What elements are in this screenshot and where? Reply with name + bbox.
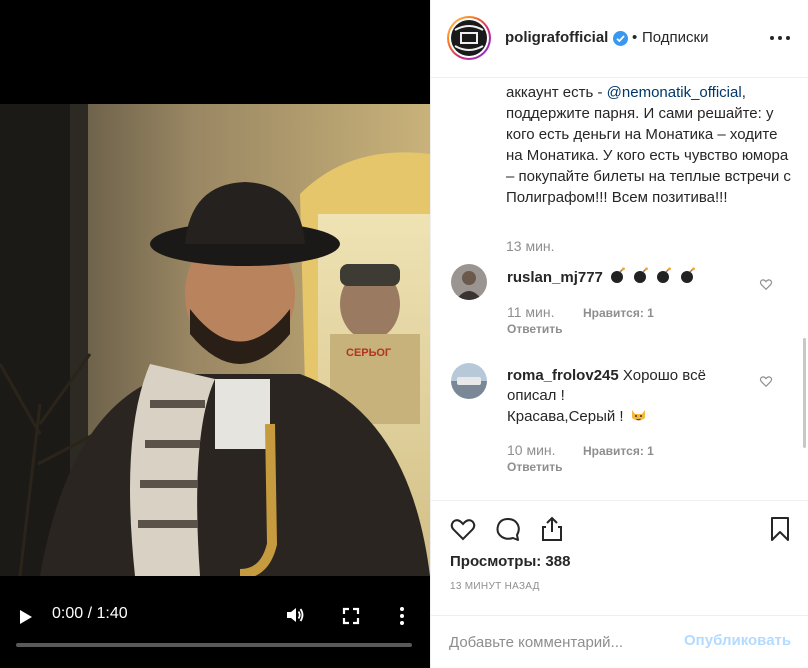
header-separator: •	[632, 29, 638, 46]
post-actions: Просмотры: 388 13 МИНУТ НАЗАД	[431, 500, 808, 615]
comment-username[interactable]: roma_frolov245	[507, 367, 619, 384]
fullscreen-icon[interactable]	[340, 605, 362, 627]
share-icon[interactable]	[538, 515, 566, 543]
bomb-icon	[611, 267, 625, 283]
verified-badge-icon	[613, 31, 628, 46]
post-caption: аккаунт есть - @nemonatik_official, подд…	[506, 82, 796, 208]
caption-text-start: аккаунт есть -	[506, 84, 607, 101]
comment-username[interactable]: ruslan_mj777	[507, 269, 603, 286]
comment-emoji-group	[607, 267, 696, 286]
comment-body: roma_frolov245 Хорошо всё описал ! Краса…	[507, 366, 757, 427]
following-button[interactable]: Подписки	[642, 29, 709, 46]
comment-body: ruslan_mj777	[507, 267, 757, 288]
volume-icon[interactable]	[284, 604, 306, 626]
comments-section[interactable]: аккаунт есть - @nemonatik_official, подд…	[431, 78, 808, 500]
comment-likes[interactable]: Нравится: 1	[583, 306, 654, 320]
like-comment-heart-icon[interactable]	[759, 277, 773, 291]
video-frame[interactable]: СЕРЬОГ	[0, 104, 430, 576]
user-avatar-image	[451, 264, 487, 300]
like-heart-icon[interactable]	[449, 515, 477, 543]
caption-time: 13 мин.	[506, 238, 555, 254]
video-still-image: СЕРЬОГ	[0, 104, 430, 576]
post-header: poligrafofficial • Подписки	[431, 0, 808, 78]
more-options-icon[interactable]	[769, 34, 791, 42]
comment-input[interactable]	[449, 628, 679, 656]
comment-likes[interactable]: Нравится: 1	[583, 444, 654, 458]
view-count[interactable]: Просмотры: 388	[450, 553, 570, 570]
reply-button[interactable]: Ответить	[507, 322, 562, 336]
comment-text-line2: Красава,Серый !	[507, 408, 624, 425]
bomb-icon	[680, 267, 695, 283]
comment-avatar[interactable]	[451, 363, 487, 399]
comment-avatar[interactable]	[451, 264, 487, 300]
comments-scrollbar[interactable]	[803, 338, 806, 448]
comment-time: 10 мин.	[507, 442, 556, 458]
post-timestamp: 13 МИНУТ НАЗАД	[450, 581, 540, 592]
bomb-icon	[634, 267, 649, 283]
add-comment-bar: Опубликовать	[431, 615, 808, 668]
poligraf-logo-icon	[452, 21, 486, 55]
post-panel: poligrafofficial • Подписки аккаунт есть…	[430, 0, 808, 668]
play-icon[interactable]	[14, 606, 36, 628]
publish-button[interactable]: Опубликовать	[684, 632, 791, 649]
video-progress-bar[interactable]	[16, 643, 412, 647]
bomb-icon	[657, 267, 672, 283]
caption-mention-link[interactable]: @nemonatik_official	[607, 84, 742, 101]
user-avatar-image	[451, 363, 487, 399]
comment-time: 11 мин.	[507, 304, 555, 320]
bookmark-icon[interactable]	[766, 515, 794, 543]
svg-text:СЕРЬОГ: СЕРЬОГ	[346, 347, 392, 359]
profile-avatar[interactable]	[447, 16, 491, 60]
like-comment-heart-icon[interactable]	[759, 374, 773, 388]
comment-icon[interactable]	[494, 515, 522, 543]
video-player[interactable]: СЕРЬОГ 0:00 / 1:40	[0, 0, 430, 668]
cat-face-icon	[631, 410, 645, 421]
more-vertical-icon[interactable]	[394, 604, 410, 628]
post-author-username[interactable]: poligrafofficial	[505, 29, 608, 46]
video-time: 0:00 / 1:40	[52, 605, 128, 622]
reply-button[interactable]: Ответить	[507, 460, 562, 474]
caption-text-end: , поддержите парня. И сами решайте: у ко…	[506, 84, 791, 206]
